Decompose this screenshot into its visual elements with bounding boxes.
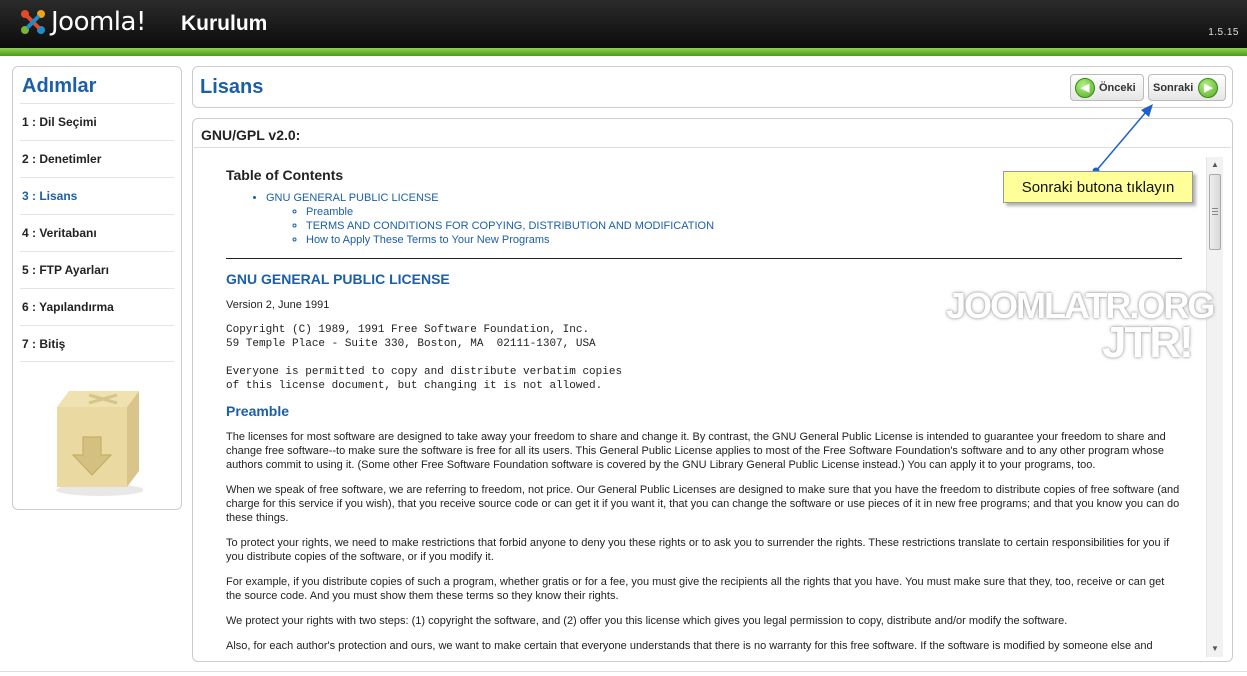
arrow-left-icon: ◀ [1075, 77, 1095, 98]
step-item-database: 4 : Veritabanı [20, 214, 174, 251]
paragraph: The licenses for most software are desig… [226, 431, 1166, 471]
permission-line-1: Everyone is permitted to copy and distri… [226, 366, 623, 378]
joomla-logo-icon [18, 7, 48, 37]
step-item-license: 3 : Lisans [20, 177, 174, 214]
page-title: Kurulum [181, 12, 268, 35]
footer-divider [0, 671, 1247, 672]
copyright-line-2: 59 Temple Place - Suite 330, Boston, MA … [226, 338, 596, 350]
vertical-scrollbar[interactable]: ▲ ▼ [1206, 157, 1223, 657]
sidebar-heading: Adımlar [22, 75, 97, 97]
steps-sidebar: Adımlar 1 : Dil Seçimi 2 : Denetimler 3 … [12, 66, 182, 510]
preamble-heading: Preamble [226, 403, 290, 419]
paragraph: For example, if you distribute copies of… [226, 576, 1165, 602]
next-button-label: Sonraki [1153, 81, 1194, 94]
paragraph: Also, for each author's protection and o… [226, 640, 1153, 652]
toc-link-how-to-apply[interactable]: How to Apply These Terms to Your New Pro… [306, 233, 1182, 247]
instruction-callout: Sonraki butona tıklayın [1003, 171, 1193, 203]
paragraph: We protect your rights with two steps: (… [226, 615, 1068, 627]
install-box-icon [53, 387, 144, 497]
scroll-down-icon[interactable]: ▼ [1207, 641, 1223, 657]
joomla-logo: Joomla! [18, 7, 146, 37]
step-item-finish: 7 : Bitiş [20, 325, 174, 362]
paragraph: When we speak of free software, we are r… [226, 484, 1180, 524]
divider [226, 258, 1182, 259]
toc-link-terms[interactable]: TERMS AND CONDITIONS FOR COPYING, DISTRI… [306, 219, 1182, 233]
app-header: Joomla! Kurulum 1.5.15 [0, 0, 1247, 56]
next-button[interactable]: Sonraki ▶ [1148, 74, 1226, 101]
license-document[interactable]: Table of Contents GNU GENERAL PUBLIC LIC… [201, 157, 1213, 657]
step-item-language: 1 : Dil Seçimi [20, 103, 174, 140]
version-label: 1.5.15 [1208, 27, 1239, 38]
steps-list: 1 : Dil Seçimi 2 : Denetimler 3 : Lisans… [20, 103, 174, 362]
watermark-logo-text: JTR! [1102, 318, 1194, 367]
scrollbar-thumb[interactable] [1209, 174, 1221, 250]
previous-button[interactable]: ◀ Önceki [1070, 74, 1144, 101]
toc-link-preamble[interactable]: Preamble [306, 205, 1182, 219]
arrow-right-icon: ▶ [1198, 77, 1219, 98]
header-stripe [0, 48, 1247, 56]
step-titlebar: Lisans ◀ Önceki Sonraki ▶ [192, 66, 1233, 108]
paragraph: To protect your rights, we need to make … [226, 537, 1170, 563]
panel-title: GNU/GPL v2.0: [201, 127, 301, 143]
panel-divider [194, 147, 1231, 148]
step-item-configuration: 6 : Yapılandırma [20, 288, 174, 325]
step-item-ftp: 5 : FTP Ayarları [20, 251, 174, 288]
logo-text: Joomla! [51, 7, 146, 37]
step-title: Lisans [200, 76, 264, 98]
previous-button-label: Önceki [1099, 81, 1136, 94]
permission-line-2: of this license document, but changing i… [226, 380, 603, 392]
scroll-up-icon[interactable]: ▲ [1207, 157, 1223, 173]
step-item-checks: 2 : Denetimler [20, 140, 174, 177]
